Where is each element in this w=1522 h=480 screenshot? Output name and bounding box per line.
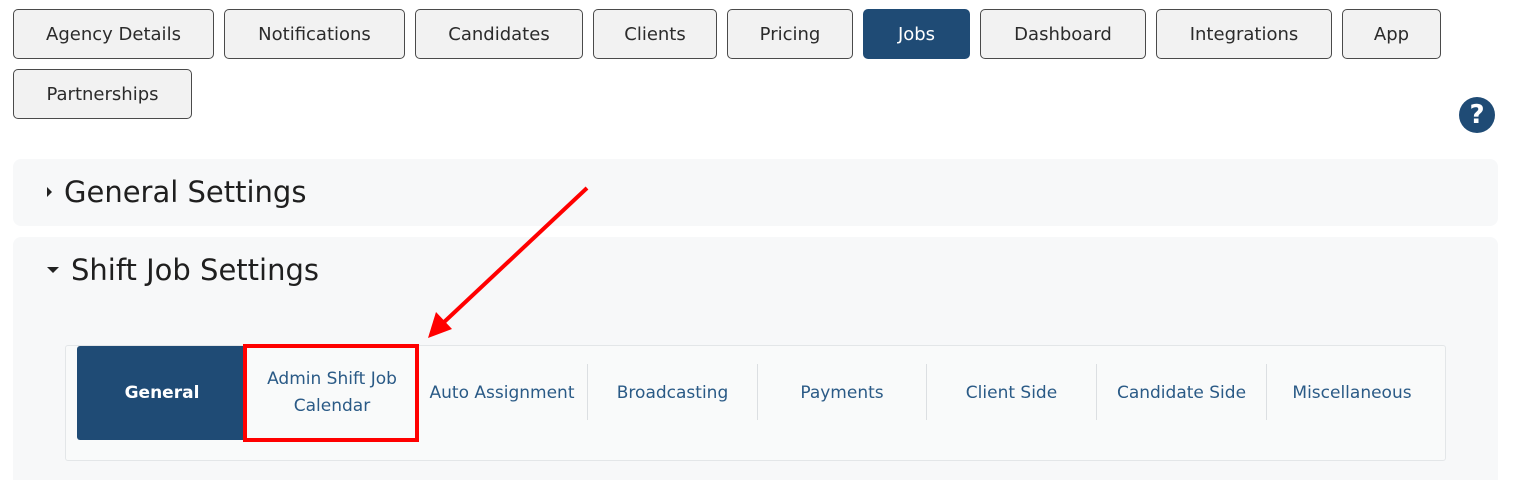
subtab-candidate-side[interactable]: Candidate Side	[1097, 346, 1266, 440]
subtab-miscellaneous[interactable]: Miscellaneous	[1267, 346, 1437, 440]
tab-jobs[interactable]: Jobs	[863, 9, 970, 59]
caret-right-icon	[47, 187, 52, 197]
tab-notifications[interactable]: Notifications	[224, 9, 405, 59]
tab-app[interactable]: App	[1342, 9, 1441, 59]
tab-clients[interactable]: Clients	[593, 9, 717, 59]
general-settings-title: General Settings	[64, 175, 307, 209]
shift-job-settings-panel: Shift Job Settings General Admin Shift J…	[13, 237, 1498, 480]
tab-partnerships[interactable]: Partnerships	[13, 69, 192, 119]
subtab-admin-shift-job-calendar[interactable]: Admin Shift Job Calendar	[247, 346, 417, 440]
shift-job-settings-toggle[interactable]: Shift Job Settings	[47, 253, 319, 287]
subtab-client-side[interactable]: Client Side	[927, 346, 1096, 440]
subtab-auto-assignment[interactable]: Auto Assignment	[417, 346, 587, 440]
shift-job-settings-title: Shift Job Settings	[71, 253, 320, 287]
subtab-general[interactable]: General	[77, 346, 247, 440]
tab-dashboard[interactable]: Dashboard	[980, 9, 1146, 59]
caret-down-icon	[47, 267, 59, 273]
tab-integrations[interactable]: Integrations	[1156, 9, 1332, 59]
subtab-broadcasting[interactable]: Broadcasting	[588, 346, 757, 440]
tab-agency-details[interactable]: Agency Details	[13, 9, 214, 59]
tab-candidates[interactable]: Candidates	[415, 9, 583, 59]
shift-settings-tabbar: General Admin Shift Job Calendar Auto As…	[65, 345, 1446, 461]
general-settings-panel: General Settings	[13, 159, 1498, 226]
help-icon[interactable]: ?	[1459, 97, 1495, 133]
tab-pricing[interactable]: Pricing	[727, 9, 853, 59]
general-settings-toggle[interactable]: General Settings	[47, 175, 306, 209]
subtab-payments[interactable]: Payments	[758, 346, 926, 440]
